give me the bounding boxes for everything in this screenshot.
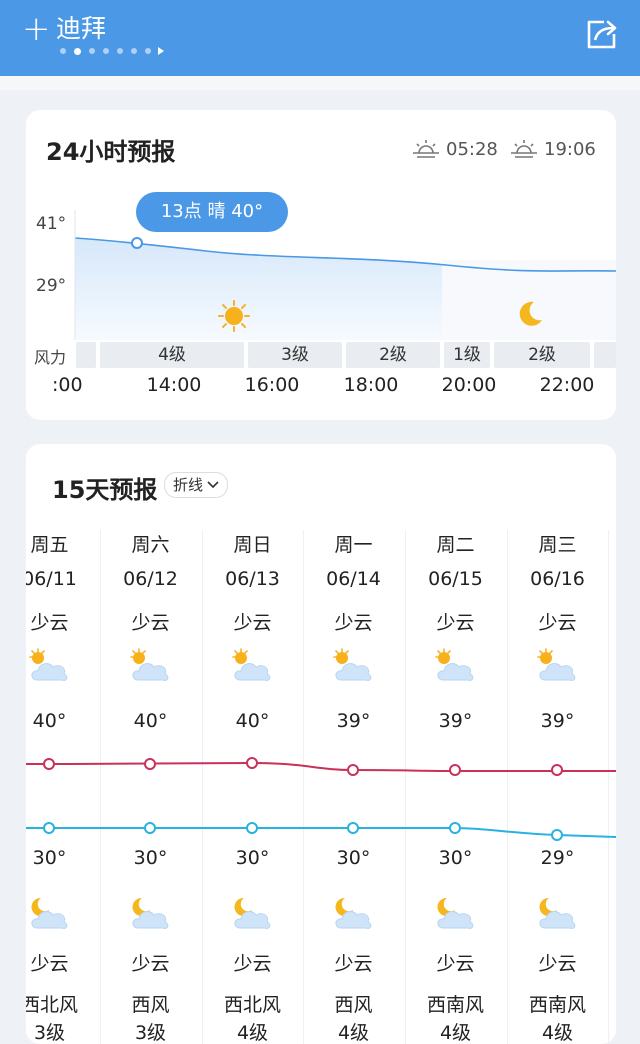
- wind-segment: 3级: [248, 342, 342, 368]
- high-point: [246, 757, 258, 769]
- time-label: 20:00: [441, 374, 497, 396]
- low-point: [449, 822, 461, 834]
- high-point: [551, 764, 563, 776]
- time-label: 22:00: [539, 374, 595, 396]
- high-point: [449, 764, 461, 776]
- page-dot: [117, 48, 123, 54]
- wind-segment: 2级: [494, 342, 590, 368]
- top-strip: [0, 76, 640, 90]
- top-bar: + 迪拜: [0, 0, 640, 76]
- page-indicator: [60, 46, 164, 56]
- tooltip-bubble: 13点 晴 40°: [136, 192, 288, 232]
- y-tick-low: 29°: [36, 276, 67, 296]
- current-point: [131, 237, 143, 249]
- page-dot: [89, 48, 95, 54]
- wind-segment: [594, 342, 616, 368]
- time-label: 14:00: [146, 374, 202, 396]
- high-point: [347, 764, 359, 776]
- y-tick-high: 41°: [36, 214, 67, 234]
- plus-icon[interactable]: +: [22, 12, 51, 46]
- city-name[interactable]: 迪拜: [56, 14, 106, 44]
- time-label: 16:00: [244, 374, 300, 396]
- daily-temp-chart: [26, 757, 616, 841]
- wind-segment: 1级: [444, 342, 490, 368]
- low-point: [144, 822, 156, 834]
- time-label: 18:00: [343, 374, 399, 396]
- wind-segment: 2级: [346, 342, 440, 368]
- high-temp-line: [26, 761, 616, 772]
- page-dot: [131, 48, 137, 54]
- low-point: [347, 822, 359, 834]
- low-point: [246, 822, 258, 834]
- page-dot-active: [74, 47, 81, 55]
- wind-label: 风力: [34, 348, 67, 367]
- time-label: :00: [52, 374, 83, 396]
- low-point: [43, 822, 55, 834]
- wind-segment: 4级: [100, 342, 244, 368]
- page-dot: [145, 48, 151, 54]
- high-point: [144, 758, 156, 770]
- high-point: [43, 758, 55, 770]
- moon-icon: [519, 301, 542, 326]
- location-arrow-icon: [158, 47, 164, 55]
- page-dot: [60, 48, 66, 54]
- wind-segment: [76, 342, 96, 368]
- low-point: [551, 829, 563, 841]
- share-icon[interactable]: [584, 16, 620, 52]
- sun-icon: [218, 300, 250, 332]
- page-dot: [103, 48, 109, 54]
- hourly-forecast-card: 24小时预报 05:28 19:06 13点 晴 40° 41° 29° 风力 …: [26, 110, 616, 420]
- low-temp-line: [26, 827, 616, 838]
- daily-forecast-card: 15天预报 折线 周五 06/11 少云 40° 30° 少云 西北风 3级 周六 06/12 少云…: [26, 444, 616, 1044]
